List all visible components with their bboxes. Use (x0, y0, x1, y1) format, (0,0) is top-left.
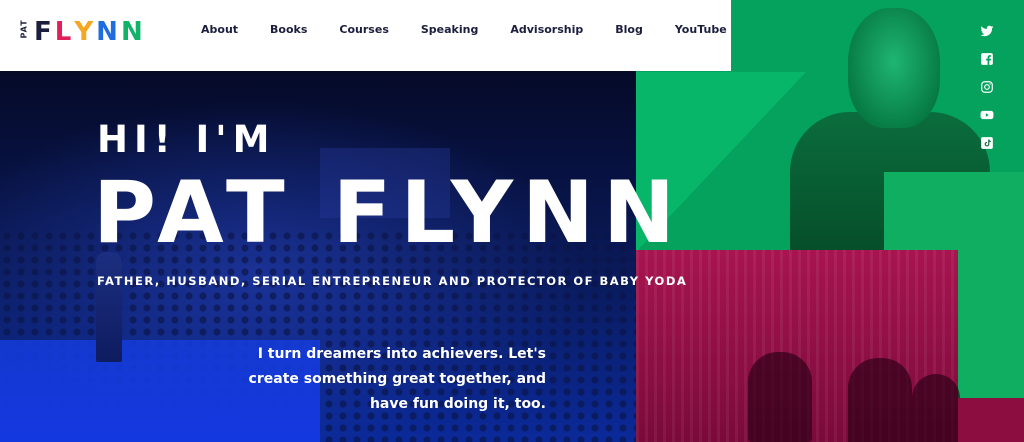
portrait-head (848, 8, 940, 128)
interview-person (848, 358, 912, 442)
decorative-red-block (958, 398, 1024, 442)
nav-link-youtube[interactable]: YouTube (659, 23, 743, 36)
logo-letter: L (54, 17, 72, 47)
interview-person (748, 352, 812, 442)
nav-link-speaking[interactable]: Speaking (405, 23, 494, 36)
logo-letter: N (120, 17, 143, 47)
logo-letter: F (34, 17, 52, 47)
facebook-icon[interactable] (980, 52, 994, 66)
twitter-icon[interactable] (980, 24, 994, 38)
hero-greeting: HI! I'M (97, 118, 276, 161)
social-links (978, 24, 996, 150)
nav-link-courses[interactable]: Courses (323, 23, 404, 36)
nav-link-blog[interactable]: Blog (599, 23, 659, 36)
hero-pitch: I turn dreamers into achievers. Let's cr… (220, 342, 546, 417)
logo-letter: Y (74, 17, 94, 47)
interview-person (912, 374, 960, 442)
logo-wordmark: FLYNN (34, 19, 143, 45)
speaker-silhouette (96, 252, 122, 362)
logo-pat-text: PAT (19, 18, 29, 38)
youtube-icon[interactable] (980, 108, 994, 122)
tiktok-icon[interactable] (980, 136, 994, 150)
nav-link-books[interactable]: Books (254, 23, 323, 36)
pitch-line: create something great together, and (248, 371, 546, 387)
pitch-line: have fun doing it, too. (369, 396, 546, 412)
nav-link-advisorship[interactable]: Advisorship (494, 23, 599, 36)
hero-tagline: FATHER, HUSBAND, SERIAL ENTREPRENEUR AND… (97, 274, 688, 288)
logo-letter: N (96, 17, 118, 47)
main-nav: About Books Courses Speaking Advisorship Blog… (185, 23, 743, 36)
site-logo[interactable]: PAT FLYNN (18, 18, 143, 46)
pitch-line: I turn dreamers into achievers. Let's (257, 346, 546, 362)
hero-name: PAT FLYNN (93, 163, 684, 263)
site-header: PAT FLYNN About Books Courses Speaking Advis… (0, 0, 731, 71)
nav-link-about[interactable]: About (185, 23, 254, 36)
instagram-icon[interactable] (980, 80, 994, 94)
